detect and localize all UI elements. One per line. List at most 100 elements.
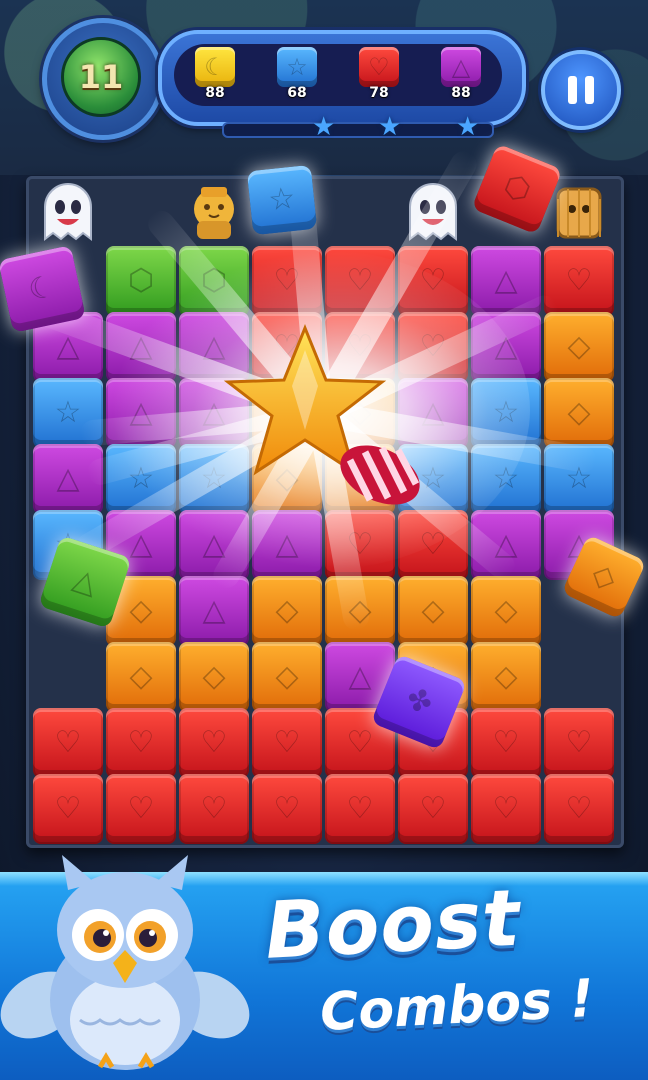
diamond-icon: ◇ — [494, 659, 518, 694]
orange-cube[interactable]: ◇ — [471, 642, 541, 712]
star-icon: ☆ — [54, 395, 82, 430]
heart-icon: ♡ — [419, 527, 447, 562]
diamond-icon: ◇ — [129, 659, 153, 694]
triangle-icon: △ — [348, 659, 372, 694]
rocket-booster-icon — [340, 445, 420, 505]
diamond-icon: ◇ — [202, 659, 226, 694]
red-cube[interactable]: ♡ — [325, 774, 395, 844]
heart-icon: ♡ — [565, 263, 593, 298]
goal-yellow: ☾ 88 — [190, 47, 240, 103]
heart-icon: ♡ — [54, 791, 82, 826]
top-hud: 11 ☾ 88 ☆ 68 ♡ 78 △ 88 ★ ★ ★ — [0, 0, 648, 175]
pause-button[interactable] — [541, 50, 621, 130]
triangle-icon: △ — [202, 593, 226, 628]
star-icon: ★ — [456, 112, 480, 142]
heart-icon: ♡ — [419, 263, 447, 298]
triangle-icon: △ — [494, 263, 518, 298]
goal-count: 68 — [287, 85, 307, 101]
triangle-icon: △ — [275, 527, 299, 562]
heart-icon: ♡ — [200, 791, 228, 826]
hexagon-icon: ⬡ — [498, 167, 536, 210]
green-cube[interactable]: ⬡ — [106, 246, 176, 316]
red-cube[interactable]: ♡ — [106, 774, 176, 844]
flying-purple-cube: ☾ — [0, 245, 86, 333]
star-icon: ★ — [312, 112, 336, 142]
hexagon-icon: ⬡ — [127, 263, 155, 298]
red-cube[interactable]: ♡ — [33, 774, 103, 844]
heart-icon: ♡ — [273, 791, 301, 826]
goal-count: 88 — [205, 85, 225, 101]
diamond-icon: ◇ — [421, 593, 445, 628]
diamond-icon: ◇ — [275, 593, 299, 628]
star-icon: ★ — [378, 112, 402, 142]
diamond-icon: ◇ — [494, 593, 518, 628]
diamond-icon: ◇ — [129, 593, 153, 628]
triangle-icon: △ — [56, 461, 80, 496]
red-cube[interactable]: ♡ — [544, 774, 614, 844]
orange-cube[interactable]: ◇ — [471, 576, 541, 646]
triangle-icon: △ — [68, 561, 102, 602]
heart-icon: ♡ — [359, 47, 399, 87]
moon-icon: ☾ — [25, 268, 59, 309]
red-cube[interactable]: ♡ — [106, 708, 176, 778]
goal-count: 78 — [369, 85, 389, 101]
orange-cube[interactable]: ◇ — [544, 312, 614, 382]
lion-blocker-icon — [179, 180, 249, 244]
heart-icon: ♡ — [565, 725, 593, 760]
moves-left-value: 11 — [78, 58, 124, 96]
orange-cube[interactable]: ◇ — [179, 642, 249, 712]
promo-title: Boost — [262, 873, 523, 977]
pause-icon — [585, 76, 594, 104]
heart-icon: ♡ — [127, 725, 155, 760]
heart-icon: ♡ — [346, 791, 374, 826]
orange-cube[interactable]: ◇ — [398, 576, 468, 646]
moves-counter: 11 — [42, 18, 164, 140]
goal-blue: ☆ 68 — [272, 47, 322, 103]
heart-icon: ♡ — [492, 791, 520, 826]
red-cube[interactable]: ♡ — [398, 774, 468, 844]
orange-cube[interactable]: ◇ — [106, 642, 176, 712]
heart-icon: ♡ — [54, 725, 82, 760]
red-cube[interactable]: ♡ — [179, 774, 249, 844]
clover-icon: ✤ — [400, 680, 438, 723]
heart-icon: ♡ — [346, 725, 374, 760]
pause-icon — [568, 76, 577, 104]
triangle-icon: △ — [441, 47, 481, 87]
diamond-icon: ◇ — [586, 555, 623, 598]
red-cube[interactable]: ♡ — [471, 708, 541, 778]
score-progress-bar — [222, 122, 494, 138]
moves-orb: 11 — [61, 37, 141, 117]
purple-cube[interactable]: △ — [179, 576, 249, 646]
red-cube[interactable]: ♡ — [179, 708, 249, 778]
goal-red: ♡ 78 — [354, 47, 404, 103]
heart-icon: ♡ — [492, 725, 520, 760]
heart-icon: ♡ — [200, 725, 228, 760]
flying-blue-cube: ☆ — [246, 164, 318, 236]
diamond-icon: ◇ — [275, 659, 299, 694]
orange-cube[interactable]: ◇ — [544, 378, 614, 448]
diamond-icon: ◇ — [567, 329, 591, 364]
red-cube[interactable]: ♡ — [252, 708, 322, 778]
heart-icon: ♡ — [346, 263, 374, 298]
diamond-icon: ◇ — [567, 395, 591, 430]
heart-icon: ♡ — [127, 791, 155, 826]
red-cube[interactable]: ♡ — [33, 708, 103, 778]
owl-mascot-icon — [0, 855, 250, 1070]
star-icon: ☆ — [266, 180, 298, 219]
orange-cube[interactable]: ◇ — [252, 642, 322, 712]
goal-purple: △ 88 — [436, 47, 486, 103]
star-icon: ☆ — [277, 47, 317, 87]
moon-icon: ☾ — [195, 47, 235, 87]
star-icon: ☆ — [492, 395, 520, 430]
goals-list: ☾ 88 ☆ 68 ♡ 78 △ 88 — [174, 44, 502, 106]
red-cube[interactable]: ♡ — [252, 774, 322, 844]
red-cube[interactable]: ♡ — [544, 708, 614, 778]
orange-cube[interactable]: ◇ — [252, 576, 322, 646]
heart-icon: ♡ — [273, 725, 301, 760]
star-icon: ☆ — [492, 461, 520, 496]
heart-icon: ♡ — [565, 791, 593, 826]
ghost-blocker-icon — [33, 180, 103, 244]
red-cube[interactable]: ♡ — [471, 774, 541, 844]
heart-icon: ♡ — [419, 791, 447, 826]
goal-count: 88 — [451, 85, 471, 101]
